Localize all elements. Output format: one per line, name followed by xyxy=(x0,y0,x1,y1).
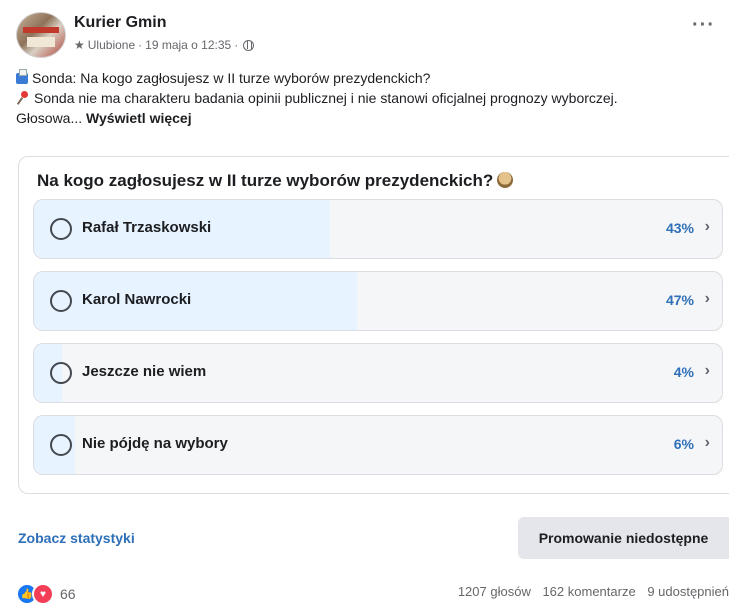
poll-option-percent: 6% xyxy=(673,436,694,452)
avatar-logo-stripe xyxy=(23,27,59,33)
radio-button[interactable] xyxy=(50,434,72,456)
post-meta: ★ Ulubione · 19 maja o 12:35 · xyxy=(74,38,255,52)
post-line-1-text: Sonda: Na kogo zagłosujesz w II turze wy… xyxy=(32,70,431,86)
page-avatar[interactable] xyxy=(16,12,66,58)
poll-question: Na kogo zagłosujesz w II turze wyborów p… xyxy=(37,171,514,191)
poll-option[interactable]: Nie pójdę na wybory 6% › xyxy=(33,415,723,475)
shares-count[interactable]: 9 udostępnień xyxy=(647,584,729,599)
radio-button[interactable] xyxy=(50,362,72,384)
post-line-2-text: Sonda nie ma charakteru badania opinii p… xyxy=(34,90,618,106)
poll-option[interactable]: Rafał Trzaskowski 43% › xyxy=(33,199,723,259)
poll-option-label: Nie pójdę na wybory xyxy=(82,435,228,452)
poll-question-text: Na kogo zagłosujesz w II turze wyborów p… xyxy=(37,171,494,190)
poll-option-label: Rafał Trzaskowski xyxy=(82,219,212,236)
poll-card: Na kogo zagłosujesz w II turze wyborów p… xyxy=(18,156,729,494)
divider xyxy=(0,512,729,513)
reactions-summary[interactable]: 👍 ♥ 66 xyxy=(16,583,76,605)
engagement-counts: 1207 głosów 162 komentarze 9 udostępnień xyxy=(450,584,729,599)
page-name[interactable]: Kurier Gmin xyxy=(74,14,166,32)
radio-button[interactable] xyxy=(50,218,72,240)
star-icon: ★ xyxy=(74,38,85,52)
globe-icon xyxy=(243,39,255,51)
post-line-3-text: Głosowa... xyxy=(16,110,83,126)
ballot-box-icon xyxy=(16,69,28,84)
post-text: Sonda: Na kogo zagłosujesz w II turze wy… xyxy=(16,68,728,128)
ballot-emoji-icon xyxy=(497,172,514,188)
meta-separator: · xyxy=(234,38,239,52)
radio-button[interactable] xyxy=(50,290,72,312)
meta-separator: · xyxy=(138,38,143,52)
post-line-3: Głosowa... Wyświetl więcej xyxy=(16,108,728,128)
poll-option-label: Karol Nawrocki xyxy=(82,291,192,308)
pin-icon xyxy=(16,91,30,105)
chevron-right-icon[interactable]: › xyxy=(705,434,710,452)
chevron-right-icon[interactable]: › xyxy=(705,362,710,380)
poll-option-percent: 47% xyxy=(665,292,694,308)
see-more-link[interactable]: Wyświetl więcej xyxy=(86,110,192,126)
post-header: Kurier Gmin ★ Ulubione · 19 maja o 12:35… xyxy=(16,10,721,60)
poll-option[interactable]: Jeszcze nie wiem 4% › xyxy=(33,343,723,403)
chevron-right-icon[interactable]: › xyxy=(705,290,710,308)
meta-favorites-label: Ulubione xyxy=(87,38,136,52)
post-timestamp[interactable]: 19 maja o 12:35 xyxy=(145,38,231,52)
avatar-logo-block xyxy=(27,37,55,47)
votes-count[interactable]: 1207 głosów xyxy=(458,584,531,599)
love-reaction-icon: ♥ xyxy=(32,583,54,605)
poll-option-percent: 4% xyxy=(673,364,694,380)
poll-option[interactable]: Karol Nawrocki 47% › xyxy=(33,271,723,331)
reaction-count: 66 xyxy=(60,586,76,602)
chevron-right-icon[interactable]: › xyxy=(705,218,710,236)
poll-option-percent: 43% xyxy=(665,220,694,236)
poll-option-label: Jeszcze nie wiem xyxy=(82,363,207,380)
see-statistics-link[interactable]: Zobacz statystyki xyxy=(18,530,135,546)
post-line-1: Sonda: Na kogo zagłosujesz w II turze wy… xyxy=(16,68,728,88)
post-line-2: Sonda nie ma charakteru badania opinii p… xyxy=(16,88,728,108)
more-options-icon[interactable]: ··· xyxy=(692,14,715,37)
promotion-unavailable-button[interactable]: Promowanie niedostępne xyxy=(518,517,729,559)
comments-count[interactable]: 162 komentarze xyxy=(542,584,635,599)
